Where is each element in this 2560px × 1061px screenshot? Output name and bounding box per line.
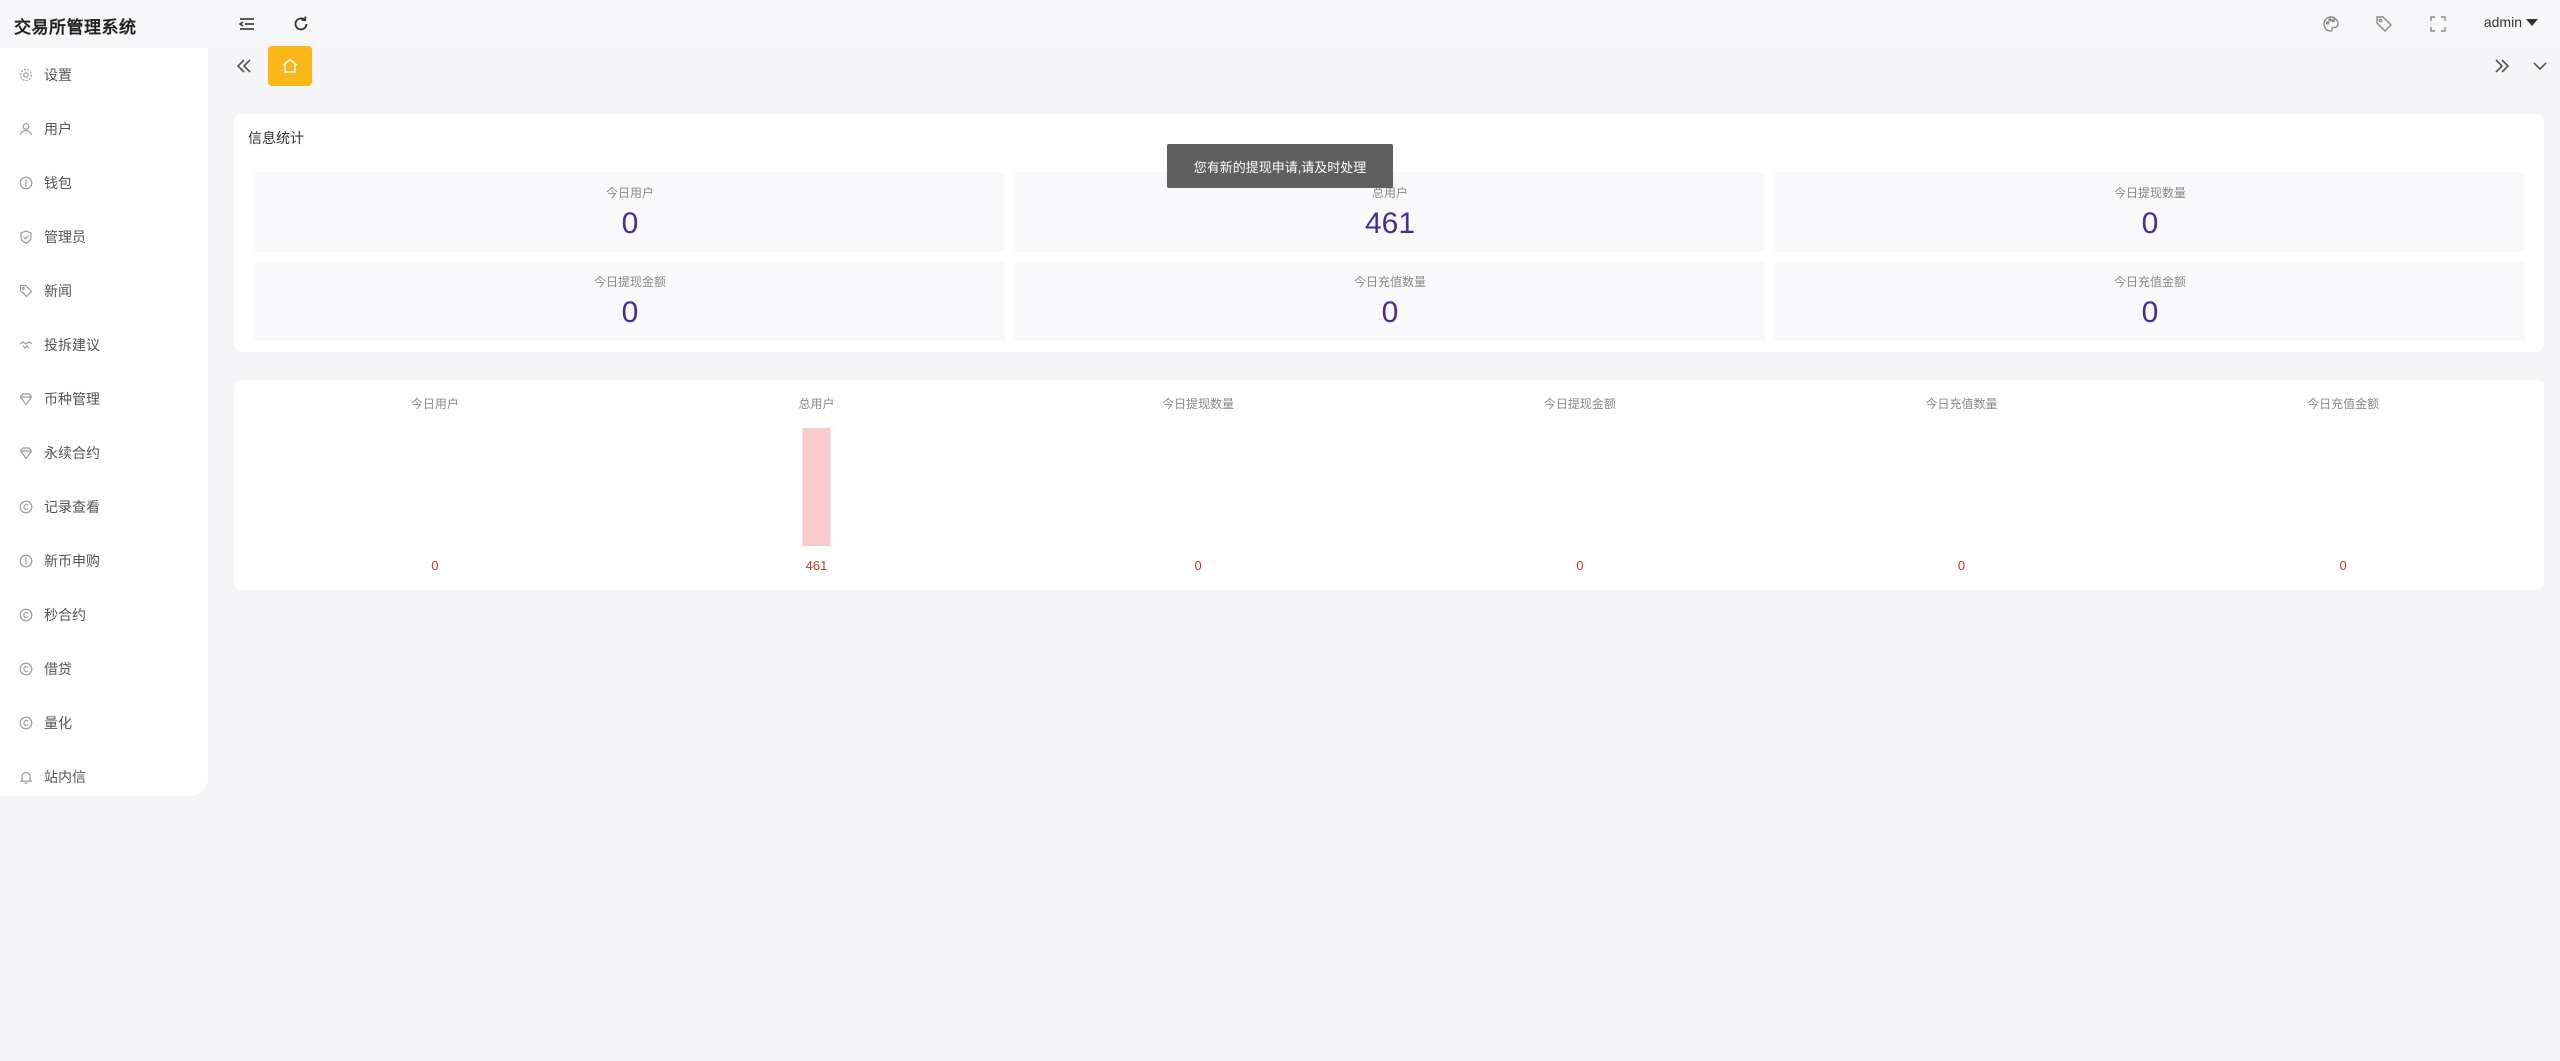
sidebar-item-label: 投拆建议 [44,337,100,353]
copyright-icon [18,607,34,623]
bar-value-label: 0 [1958,558,1965,573]
diamond-icon [18,391,34,407]
gear-icon [18,67,34,83]
bar-value-label: 0 [431,558,438,573]
category-label: 今日充值金额 [2307,396,2379,411]
panel-title: 信息统计 [248,130,304,146]
palette-icon[interactable] [2321,14,2341,34]
sidebar-item-label: 量化 [44,715,72,731]
tag-icon[interactable] [2374,14,2394,34]
sidebar-item-feedback[interactable]: 投拆建议 [0,318,208,372]
copyright-icon [18,499,34,515]
sidebar-item-label: 设置 [44,67,72,83]
sidebar-item-label: 管理员 [44,229,86,245]
sidebar-item-news[interactable]: 新闻 [0,264,208,318]
stat-label: 今日用户 [605,186,654,200]
bar-value-label: 0 [2340,558,2347,573]
sidebar-item-currency[interactable]: 币种管理 [0,372,208,426]
category-label: 今日用户 [411,396,459,411]
caret-down-icon [2526,18,2538,26]
copyright-icon [18,661,34,677]
category-label: 今日提现数量 [1162,396,1234,411]
stat-label: 今日提现金额 [593,275,666,289]
tag-icon [18,283,34,299]
user-menu[interactable]: admin [2484,14,2538,30]
category-label: 总用户 [798,396,834,411]
sidebar-item-label: 站内信 [44,769,86,785]
handshake-icon [18,337,34,353]
app-title: 交易所管理系统 [14,18,137,37]
fullscreen-icon[interactable] [2428,14,2448,34]
refresh-icon[interactable] [291,14,311,34]
toast-notification: 您有新的提现申请,请及时处理 [1167,144,1393,188]
stat-value: 0 [621,296,639,329]
user-icon [18,121,34,137]
stat-label: 今日提现数量 [2113,186,2186,200]
sidebar-item-records[interactable]: 记录查看 [0,480,208,534]
stat-card: 今日提现数量 0 [1774,172,2526,252]
menu-collapse-icon[interactable] [237,14,257,34]
sidebar: 设置 用户 钱包 管理员 新闻 投拆建议 币种管理 永续合约 记录查看 新币申购… [0,48,208,796]
sidebar-item-admins[interactable]: 管理员 [0,210,208,264]
category-label: 今日提现金额 [1544,396,1616,411]
sidebar-item-label: 新币申购 [44,553,100,569]
sidebar-item-ipo[interactable]: 新币申购 [0,534,208,588]
tab-home[interactable] [268,46,312,86]
sidebar-item-label: 币种管理 [44,391,100,407]
tabs-menu-chevron-down-icon[interactable] [2530,56,2550,76]
top-bar: 交易所管理系统 admin [0,0,2560,48]
category-label: 今日充值数量 [1925,396,1997,411]
stat-value: 0 [2141,207,2159,240]
stat-value: 0 [621,207,639,240]
sidebar-item-second-contract[interactable]: 秒合约 [0,588,208,642]
sidebar-item-label: 秒合约 [44,607,86,623]
home-icon [283,58,297,73]
sidebar-item-label: 用户 [44,121,72,137]
sidebar-item-label: 新闻 [44,283,72,299]
sidebar-item-label: 钱包 [44,175,72,191]
sidebar-item-loan[interactable]: 借贷 [0,642,208,696]
username: admin [2483,14,2522,30]
diamond-icon [18,445,34,461]
stat-label: 今日充值金额 [2113,275,2186,289]
sidebar-item-perpetual[interactable]: 永续合约 [0,426,208,480]
sidebar-item-settings[interactable]: 设置 [0,48,208,102]
stat-card: 今日用户 0 [254,172,1006,252]
stat-card: 今日提现金额 0 [254,261,1006,341]
bar-value-label: 461 [806,558,828,573]
bar [802,428,831,546]
tabs-scroll-right-icon[interactable] [2492,56,2512,76]
bar-value-label: 0 [1195,558,1202,573]
sidebar-item-label: 借贷 [44,661,72,677]
stat-value: 0 [2141,296,2159,329]
coin-icon [18,553,34,569]
copyright-icon [18,715,34,731]
bar-chart: 今日用户 0 总用户 461 今日提现数量 0 今日提现金额 0 今日充值数量 0 今日充值金额 0 [411,396,2379,573]
stat-value: 461 [1364,207,1416,240]
sidebar-item-users[interactable]: 用户 [0,102,208,156]
stat-card: 今日充值金额 0 [1774,261,2526,341]
sidebar-item-wallet[interactable]: 钱包 [0,156,208,210]
bar-value-label: 0 [1576,558,1583,573]
chart-panel: 今日用户 0 总用户 461 今日提现数量 0 今日提现金额 0 今日充值数量 0 今日充值金额 0 [234,380,2544,590]
stat-value: 0 [1381,296,1399,329]
wallet-icon [18,175,34,191]
shield-icon [18,229,34,245]
sidebar-item-label: 记录查看 [44,499,100,515]
stat-card: 今日充值数量 0 [1014,261,1766,341]
bell-icon [18,769,34,785]
sidebar-item-quant[interactable]: 量化 [0,696,208,750]
sidebar-item-label: 永续合约 [44,445,100,461]
stat-label: 今日充值数量 [1353,275,1426,289]
sidebar-item-messages[interactable]: 站内信 [0,750,208,804]
tabs-scroll-left-icon[interactable] [234,56,254,76]
